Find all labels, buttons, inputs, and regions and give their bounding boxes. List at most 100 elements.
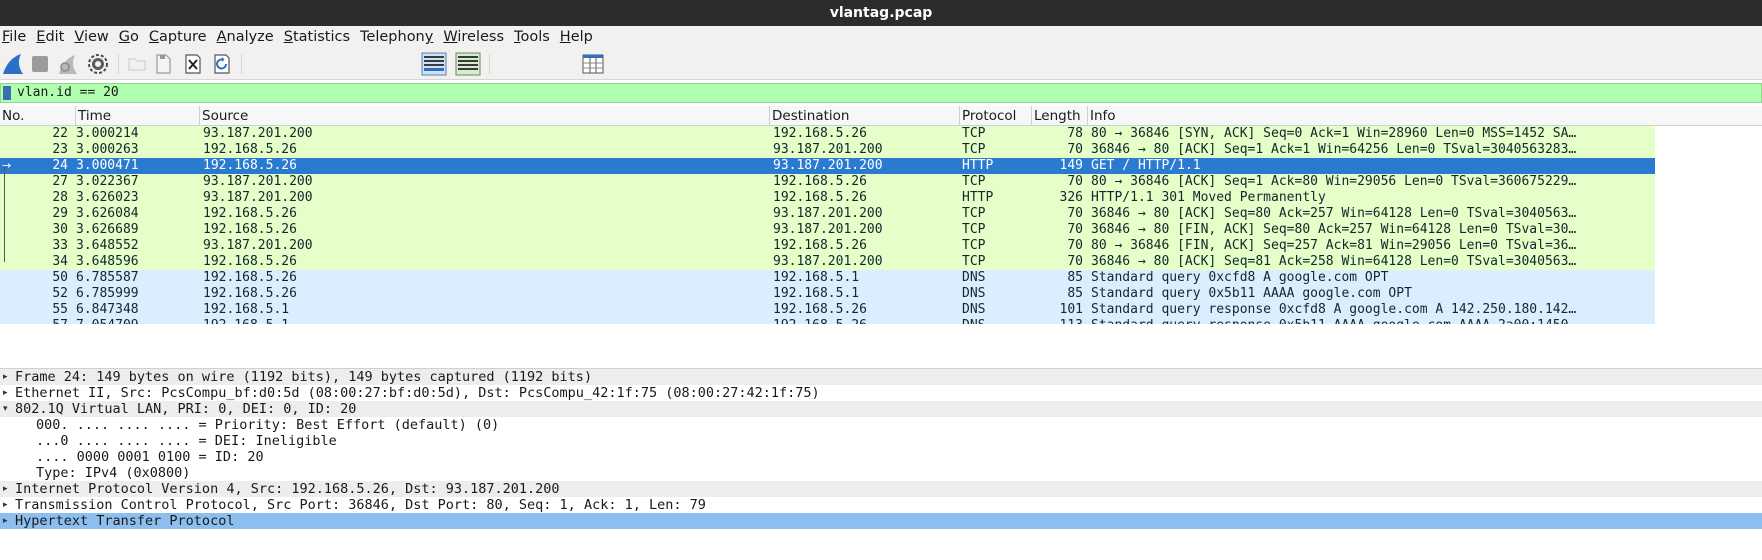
packet-protocol: TCP xyxy=(962,254,986,269)
menu-file[interactable]: File xyxy=(0,27,33,47)
close-file-button[interactable] xyxy=(180,51,206,77)
packet-no: 28 xyxy=(52,190,68,205)
menu-tools[interactable]: Tools xyxy=(512,27,557,47)
table-row[interactable]: 30 3.626689 192.168.5.26 93.187.201.200 TCP 7… xyxy=(0,222,1655,238)
auto-scroll-button[interactable] xyxy=(455,51,481,77)
expanded-arrow-icon[interactable]: ▾ xyxy=(3,401,8,417)
packet-time: 3.626084 xyxy=(76,206,139,221)
packet-time: 3.000471 xyxy=(76,158,139,173)
packet-rows: 22 3.000214 93.187.201.200 192.168.5.26 TCP 7… xyxy=(0,126,1655,324)
detail-field[interactable]: Type: IPv4 (0x0800) xyxy=(0,465,1762,481)
packet-source: 192.168.5.1 xyxy=(203,318,768,324)
packet-length: 70 xyxy=(1067,254,1083,269)
display-filter-input[interactable]: vlan.id == 20 xyxy=(17,84,119,102)
reload-icon xyxy=(214,54,230,74)
column-header-source[interactable]: Source xyxy=(200,106,770,126)
table-row[interactable]: 28 3.626023 93.187.201.200 192.168.5.26 HTTP… xyxy=(0,190,1655,206)
menu-analyze[interactable]: Analyze xyxy=(215,27,281,47)
packet-length: 85 xyxy=(1067,270,1083,285)
menu-view[interactable]: View xyxy=(72,27,115,47)
table-row[interactable]: 22 3.000214 93.187.201.200 192.168.5.26 TCP 7… xyxy=(0,126,1655,142)
open-file-button[interactable] xyxy=(124,51,150,77)
column-header-protocol[interactable]: Protocol xyxy=(960,106,1032,126)
filter-bookmark-icon[interactable] xyxy=(3,86,11,100)
packet-info: GET / HTTP/1.1 xyxy=(1091,158,1201,173)
table-row[interactable]: 55 6.847348 192.168.5.1 192.168.5.26 DNS 101 S… xyxy=(0,302,1655,318)
packet-list[interactable]: No. Time Source Destination Protocol Len… xyxy=(0,106,1762,324)
collapsed-arrow-icon[interactable]: ▸ xyxy=(3,369,8,385)
packet-time: 3.648596 xyxy=(76,254,139,269)
packet-destination: 192.168.5.26 xyxy=(773,318,958,324)
detail-tree-item[interactable]: ▸ Ethernet II, Src: PcsCompu_bf:d0:5d (08… xyxy=(0,385,1762,401)
menu-help[interactable]: Help xyxy=(558,27,600,47)
detail-field[interactable]: 000. .... .... .... = Priority: Best Eff… xyxy=(0,417,1762,433)
detail-tree-item[interactable]: ▸ Frame 24: 149 bytes on wire (1192 bits)… xyxy=(0,369,1762,385)
menu-label-part: Telephon xyxy=(360,29,425,45)
detail-text: Transmission Control Protocol, Src Port:… xyxy=(15,497,706,513)
packet-protocol: TCP xyxy=(962,142,986,157)
menu-label-part: dit xyxy=(45,29,65,45)
reload-file-button[interactable] xyxy=(209,51,235,77)
packet-destination: 192.168.5.1 xyxy=(773,286,860,301)
table-row[interactable]: 50 6.785587 192.168.5.26 192.168.5.1 DNS 85 St… xyxy=(0,270,1655,286)
packet-time: 6.785587 xyxy=(76,270,139,285)
packet-protocol: TCP xyxy=(962,126,986,141)
column-header-destination[interactable]: Destination xyxy=(770,106,960,126)
packet-destination: 93.187.201.200 xyxy=(773,142,883,157)
table-row[interactable]: 29 3.626084 192.168.5.26 93.187.201.200 TCP 7… xyxy=(0,206,1655,222)
detail-tree-item[interactable]: ▾ 802.1Q Virtual LAN, PRI: 0, DEI: 0, ID:… xyxy=(0,401,1762,417)
table-row[interactable]: 34 3.648596 192.168.5.26 93.187.201.200 TCP 7… xyxy=(0,254,1655,270)
packet-source: 192.168.5.26 xyxy=(203,286,297,301)
packet-time: 3.626689 xyxy=(76,222,139,237)
table-row[interactable]: 52 6.785999 192.168.5.26 192.168.5.1 DNS 85 St… xyxy=(0,286,1655,302)
menu-capture[interactable]: Capture xyxy=(147,27,214,47)
resize-columns-icon xyxy=(582,54,604,74)
menu-telephony[interactable]: Telephony xyxy=(358,27,440,47)
detail-field[interactable]: .... 0000 0001 0100 = ID: 20 xyxy=(0,449,1762,465)
menu-label-part: nalyze xyxy=(226,29,274,45)
start-capture-button[interactable] xyxy=(0,51,26,77)
column-header-time[interactable]: Time xyxy=(76,106,200,126)
menu-statistics[interactable]: Statistics xyxy=(282,27,357,47)
packet-protocol: TCP xyxy=(962,222,986,237)
detail-tree-item[interactable]: ▸ Hypertext Transfer Protocol xyxy=(0,513,1762,529)
resize-columns-button[interactable] xyxy=(580,51,606,77)
table-row[interactable]: 57 7.054709 192.168.5.1 192.168.5.26 DNS113 S… xyxy=(0,318,1655,324)
collapsed-arrow-icon[interactable]: ▸ xyxy=(3,385,8,401)
collapsed-arrow-icon[interactable]: ▸ xyxy=(3,497,8,513)
table-row[interactable]: 33 3.648552 93.187.201.200 192.168.5.26 TCP 7… xyxy=(0,238,1655,254)
detail-text: Ethernet II, Src: PcsCompu_bf:d0:5d (08:… xyxy=(15,385,820,401)
autoscroll-icon xyxy=(455,52,481,76)
save-file-button[interactable] xyxy=(150,51,176,77)
table-row[interactable]: 27 3.022367 93.187.201.200 192.168.5.26 TCP 7… xyxy=(0,174,1655,190)
column-header-info[interactable]: Info xyxy=(1088,106,1762,126)
menu-label-part: o xyxy=(130,29,139,45)
menu-wireless[interactable]: Wireless xyxy=(441,27,511,47)
detail-text: Hypertext Transfer Protocol xyxy=(15,513,235,529)
colorize-button[interactable] xyxy=(421,51,447,77)
stop-capture-button[interactable] xyxy=(27,51,53,77)
capture-options-button[interactable] xyxy=(85,51,111,77)
packet-details[interactable]: ▸ Frame 24: 149 bytes on wire (1192 bits)… xyxy=(0,368,1762,560)
detail-field[interactable]: ...0 .... .... .... = DEI: Ineligible xyxy=(0,433,1762,449)
detail-tree-item[interactable]: ▸ Transmission Control Protocol, Src Port… xyxy=(0,497,1762,513)
detail-text: Type: IPv4 (0x0800) xyxy=(36,465,191,481)
column-header-length[interactable]: Length xyxy=(1032,106,1088,126)
packet-length: 113 xyxy=(1033,318,1083,324)
packet-destination: 192.168.5.1 xyxy=(773,270,860,285)
menu-edit[interactable]: Edit xyxy=(34,27,71,47)
packet-destination: 93.187.201.200 xyxy=(773,158,883,173)
collapsed-arrow-icon[interactable]: ▸ xyxy=(3,481,8,497)
detail-tree-item[interactable]: ▸ Internet Protocol Version 4, Src: 192.1… xyxy=(0,481,1762,497)
menu-go[interactable]: Go xyxy=(117,27,146,47)
menu-label-part: ireless xyxy=(457,29,505,45)
menu-accelerator: V xyxy=(74,29,84,45)
restart-capture-button[interactable] xyxy=(55,51,81,77)
table-row-selected[interactable]: 24 3.000471 192.168.5.26 93.187.201.200 HTTP… xyxy=(0,158,1655,174)
table-row[interactable]: 23 3.000263 192.168.5.26 93.187.201.200 TCP 7… xyxy=(0,142,1655,158)
collapsed-arrow-icon[interactable]: ▸ xyxy=(3,513,8,529)
column-header-no[interactable]: No. xyxy=(0,106,76,126)
shark-fin-icon xyxy=(3,54,23,74)
related-packet-arrow-icon: → xyxy=(2,159,12,172)
packet-info: 80 → 36846 [ACK] Seq=1 Ack=80 Win=29056 … xyxy=(1091,174,1577,189)
